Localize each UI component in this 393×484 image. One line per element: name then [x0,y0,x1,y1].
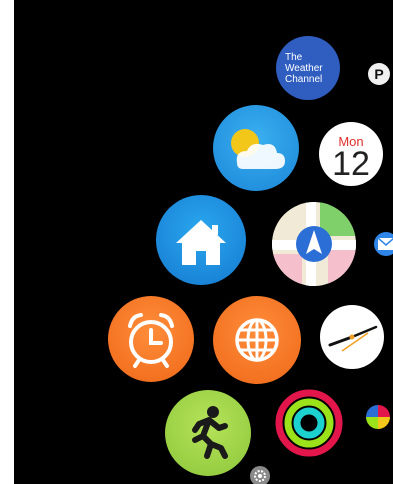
mail-icon [378,238,393,250]
home-app[interactable] [156,195,246,285]
watch-home-screen: The Weather Channel P Mon 12 [14,0,393,484]
passbook-app[interactable]: P [368,63,390,85]
clock-icon [328,325,378,352]
alarm-clock-icon [128,313,174,368]
home-icon [176,220,226,265]
settings-app[interactable] [250,466,270,484]
passbook-label: P [374,66,384,82]
calendar-app[interactable]: Mon 12 [319,122,383,186]
mail-app[interactable] [374,232,393,256]
weather-app[interactable] [213,105,299,191]
weather-icon [231,129,285,169]
activity-rings-icon [275,389,343,457]
weather-channel-app[interactable]: The Weather Channel [276,36,340,100]
workout-app[interactable] [165,390,251,476]
running-man-icon [192,406,228,459]
gear-icon [254,470,266,482]
maps-app[interactable] [272,202,356,286]
calendar-day-number: 12 [332,144,370,183]
weather-channel-label: The Weather Channel [285,51,323,85]
globe-icon [235,318,279,362]
small-app-right[interactable] [366,405,390,429]
clock-app[interactable] [320,305,384,369]
alarm-app[interactable] [108,296,194,382]
maps-icon [272,202,356,286]
world-clock-app[interactable] [213,296,301,384]
activity-app[interactable] [272,386,346,460]
